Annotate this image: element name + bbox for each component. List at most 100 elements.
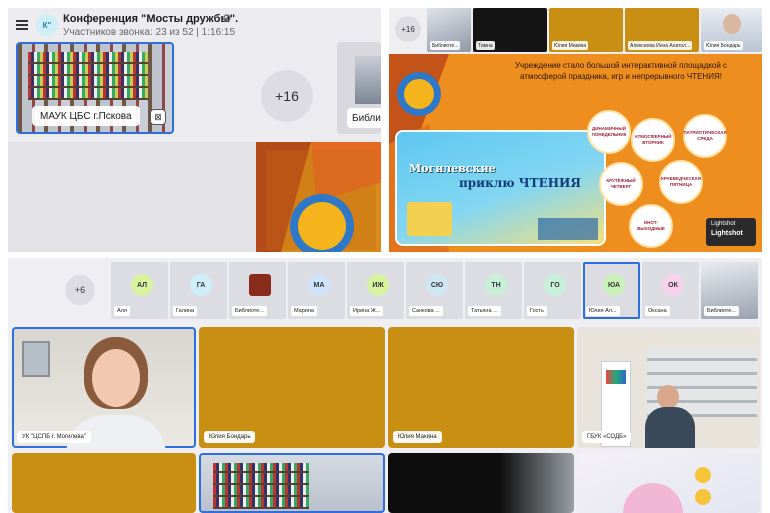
video-tile[interactable] [388,453,574,513]
participant-avatar: ЮА [603,274,625,296]
more-participants-button[interactable]: +16 [261,70,313,122]
conference-title: Конференция "Мосты дружбы". [63,13,239,25]
slide-headline: Учреждение стало большой интерактивной п… [514,61,728,81]
participant-name-label: Тимна [476,41,495,50]
participant-avatar: ТН [485,274,507,296]
conference-subtitle: Участников звонка: 23 из 52 | 1:16:15 [63,27,236,38]
participant-mini-tile[interactable]: ГО Гость [524,262,581,319]
participant-thumb[interactable]: Алексеева Инна Анатол... [625,8,699,52]
participant-avatar: ГА [190,274,212,296]
participant-name-label: УК "ЦСПБ г. Могилева" [17,431,91,443]
decoration-image [623,483,683,513]
screen-share-preview[interactable] [256,142,381,252]
participant-mini-tile[interactable]: ОК Оксана [642,262,699,319]
banner-title-line1: Могилевские [409,162,496,175]
video-tile[interactable] [577,453,760,513]
video-tile[interactable] [199,453,385,513]
gear-icon[interactable]: ⚙ [222,12,232,25]
participant-name-label: Библиоте... [232,306,267,316]
slide-circle: ИНОТ- ВЫХОДНЫЕ [629,204,673,248]
bookshelf-image [213,463,309,509]
lightshot-label: Lightshot [711,221,736,227]
participant-name-label: Юлия Макина [393,431,442,443]
video-tile-makina[interactable]: Юлия Макина [388,327,574,448]
building-image [355,56,381,104]
participant-name-label: ГБУК «СОДБ» [582,431,632,443]
video-tile-mogilev[interactable]: УК "ЦСПБ г. Могилева" [12,327,196,448]
conference-avatar: К" [36,14,58,36]
participant-mini-tile[interactable]: МА Марина [288,262,345,319]
person-face-image [723,14,741,34]
menu-icon[interactable] [16,20,28,30]
participant-mini-tile[interactable]: Библиоте... [701,262,758,319]
participant-avatar: МА [308,274,330,296]
books-illustration [407,202,452,236]
slide-banner-image: Могилевские приклю ЧТЕНИЯ [397,132,604,244]
emoji-icon [695,489,711,505]
participant-mini-tile[interactable]: Библиоте... [229,262,286,319]
participant-name-label: Библис [347,108,381,128]
emoji-icon [695,467,711,483]
participant-thumb[interactable]: Тимна [473,8,547,52]
participant-mini-tile[interactable]: ТН Татьяна ... [465,262,522,319]
library-books-image [28,52,148,100]
participant-thumb[interactable]: Библиоте... [427,8,471,52]
participant-avatar: ГО [544,274,566,296]
participant-thumb[interactable]: Юлия Бондарь [701,8,762,52]
video-tile-sodb[interactable]: ГБУК «СОДБ» [577,327,760,448]
participant-avatar: ОК [662,274,684,296]
participant-name-label: Аля [114,306,130,316]
participant-avatar: СЮ [426,274,448,296]
video-tile[interactable] [12,453,196,513]
lightshot-title: Lightshot [711,230,743,237]
wall-frame-image [22,341,50,377]
participant-thumb[interactable]: Юлия Макина [549,8,623,52]
participant-name-label: Ирина Ж... [350,306,384,316]
participant-name-label: Юлия Бондарь [204,431,256,443]
video-tile-pskov[interactable]: МАУК ЦБС г.Пскова ⊠ [16,42,174,134]
participant-mini-tile[interactable]: АЛ Аля [111,262,168,319]
participant-name-label: Марина [291,306,317,316]
more-participants-button[interactable]: +16 [395,16,421,42]
conference-panel-bottom: +6 АЛ Аля ГА Галина Библиоте... МА Марин… [8,258,762,513]
conference-header: К" Конференция "Мосты дружбы". Участнико… [8,8,381,44]
participant-mini-tile[interactable]: СЮ Санкова ... [406,262,463,319]
participant-avatar: ИЖ [367,274,389,296]
video-tile-bondar[interactable]: Юлия Бондарь [199,327,385,448]
slide-circle: ДИНАМИЧНЫЙ ПОНЕДЕЛЬНИК [587,110,631,154]
person-face-image [92,349,140,407]
presentation-slide[interactable]: Учреждение стало большой интерактивной п… [389,54,762,252]
lightshot-overlay[interactable]: Lightshot Lightshot [706,218,756,246]
participant-name-label: Татьяна ... [468,306,501,316]
pin-icon[interactable]: ⊠ [150,109,166,125]
participant-name-label: Юлия Ал... [586,306,620,316]
video-tile-library[interactable]: Библис [337,42,381,134]
slide-circle: КРАЕВЕДЧЕСКАЯ ПЯТНИЦА [659,160,703,204]
participant-name-label: Юлия Макина [552,41,589,50]
screen-share-area [8,142,256,252]
participant-name-label: Библиоте... [704,306,739,316]
participant-mini-tile[interactable]: ГА Галина [170,262,227,319]
slide-circle: АТМОСФЕРНЫЙ ВТОРНИК [631,118,675,162]
banner-title-line2: приклю ЧТЕНИЯ [459,176,581,190]
more-participants-button[interactable]: +6 [65,275,95,305]
conference-panel-right: +16 Библиоте... Тимна Юлия Макина Алексе… [389,8,762,252]
person-body-image [645,407,695,448]
conference-panel-left: К" Конференция "Мосты дружбы". Участнико… [8,8,381,252]
participant-avatar: АЛ [131,274,153,296]
participant-mini-tile[interactable]: ИЖ Ирина Ж... [347,262,404,319]
library-logo-icon [249,274,271,296]
participant-name-label: Юлия Бондарь [704,41,743,50]
participant-name-label: Оксана [645,306,670,316]
slide-circle: КРУТЁЖНЫЙ ЧЕТВЕРГ [599,162,643,206]
participant-name-label: МАУК ЦБС г.Пскова [32,106,140,126]
participant-mini-tile-selected[interactable]: ЮА Юлия Ал... [583,262,640,319]
participant-name-label: Алексеева Инна Анатол... [628,41,693,50]
participant-name-label: Библиоте... [430,41,461,50]
slide-circle: ПАТРИОТИЧЕСКАЯ СРЕДА [683,114,727,158]
participant-name-label: Гость [527,306,547,316]
person-face-image [657,385,679,409]
participant-name-label: Санкова ... [409,306,443,316]
slide-decoration-image [256,142,381,252]
city-illustration [538,218,598,240]
